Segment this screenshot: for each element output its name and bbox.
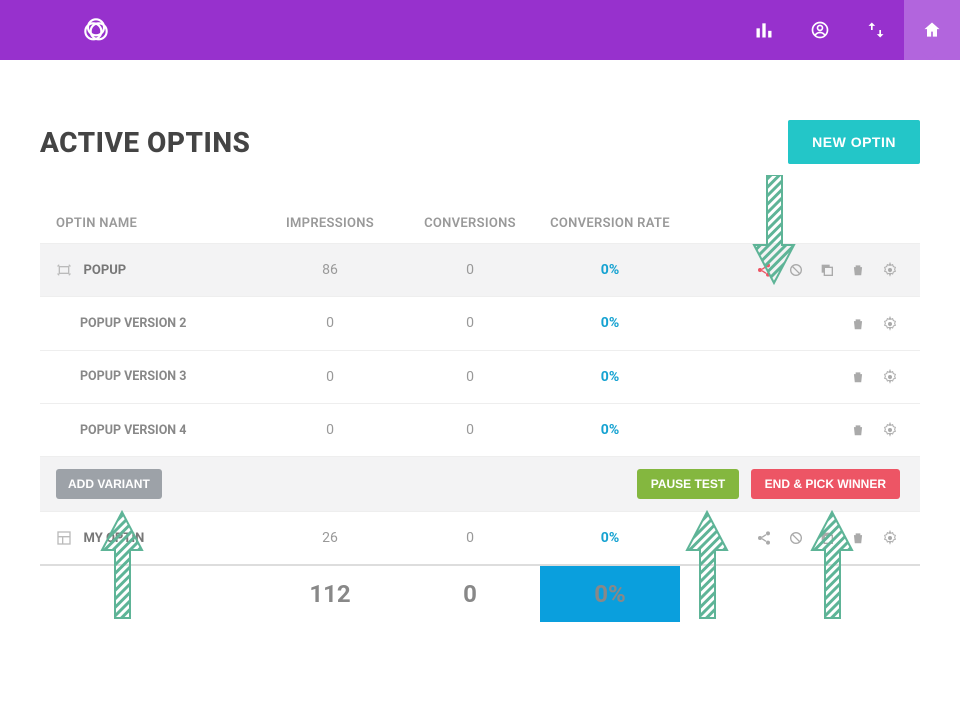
new-optin-button[interactable]: NEW OPTIN: [788, 120, 920, 164]
column-header-impressions: IMPRESSIONS: [260, 204, 400, 244]
conversion-rate-value: 0%: [601, 530, 619, 546]
inline-type-icon: [56, 530, 74, 546]
total-conversion-rate: 0%: [540, 565, 680, 622]
optin-name: POPUP: [83, 263, 126, 278]
table-row: POPUP VERSION 3 0 0 0%: [40, 350, 920, 403]
conversion-rate-value: 0%: [601, 369, 619, 385]
column-header-rate: CONVERSION RATE: [540, 204, 680, 244]
migrate-icon[interactable]: [848, 0, 904, 60]
conversions-value: 0: [400, 403, 540, 456]
impressions-value: 86: [260, 244, 400, 297]
delete-icon[interactable]: [851, 316, 869, 332]
top-navbar: [0, 0, 960, 60]
account-icon[interactable]: [792, 0, 848, 60]
table-row: POPUP VERSION 4 0 0 0%: [40, 403, 920, 456]
home-icon[interactable]: [904, 0, 960, 60]
disable-icon[interactable]: [788, 262, 806, 278]
total-conversions: 0: [400, 565, 540, 622]
settings-icon[interactable]: [882, 262, 900, 278]
end-pick-winner-button[interactable]: END & PICK WINNER: [751, 469, 900, 499]
optin-name: POPUP VERSION 2: [40, 297, 260, 350]
pause-test-button[interactable]: PAUSE TEST: [637, 469, 739, 499]
conversions-value: 0: [400, 297, 540, 350]
optin-name: POPUP VERSION 3: [40, 350, 260, 403]
variant-actions-row: ADD VARIANT PAUSE TEST END & PICK WINNER: [40, 457, 920, 512]
stats-icon[interactable]: [736, 0, 792, 60]
logo-icon: [80, 14, 112, 46]
disable-icon[interactable]: [788, 530, 806, 546]
delete-icon[interactable]: [851, 262, 869, 278]
popup-type-icon: [56, 262, 74, 278]
totals-row: 112 0 0%: [40, 565, 920, 622]
split-test-icon[interactable]: [756, 262, 774, 278]
duplicate-icon[interactable]: [819, 262, 837, 278]
impressions-value: 26: [260, 512, 400, 566]
conversions-value: 0: [400, 244, 540, 297]
conversion-rate-value: 0%: [601, 262, 619, 278]
conversion-rate-value: 0%: [601, 422, 619, 438]
optin-name: MY OPTIN: [83, 531, 144, 546]
table-row: POPUP VERSION 2 0 0 0%: [40, 297, 920, 350]
delete-icon[interactable]: [851, 369, 869, 385]
delete-icon[interactable]: [851, 422, 869, 438]
duplicate-icon[interactable]: [819, 530, 837, 546]
settings-icon[interactable]: [882, 422, 900, 438]
add-variant-button[interactable]: ADD VARIANT: [56, 469, 162, 499]
optins-table: OPTIN NAME IMPRESSIONS CONVERSIONS CONVE…: [40, 204, 920, 622]
impressions-value: 0: [260, 297, 400, 350]
settings-icon[interactable]: [882, 369, 900, 385]
table-row: MY OPTIN 26 0 0%: [40, 512, 920, 566]
table-row: POPUP 86 0 0%: [40, 244, 920, 297]
impressions-value: 0: [260, 403, 400, 456]
settings-icon[interactable]: [882, 530, 900, 546]
active-tab-indicator: [922, 52, 938, 60]
total-impressions: 112: [260, 565, 400, 622]
settings-icon[interactable]: [882, 316, 900, 332]
column-header-conversions: CONVERSIONS: [400, 204, 540, 244]
page-title: ACTIVE OPTINS: [40, 126, 250, 159]
split-test-icon[interactable]: [756, 530, 774, 546]
conversion-rate-value: 0%: [601, 315, 619, 331]
impressions-value: 0: [260, 350, 400, 403]
optin-name: POPUP VERSION 4: [40, 403, 260, 456]
column-header-name: OPTIN NAME: [40, 204, 260, 244]
conversions-value: 0: [400, 512, 540, 566]
conversions-value: 0: [400, 350, 540, 403]
column-header-actions: [680, 204, 920, 244]
delete-icon[interactable]: [851, 530, 869, 546]
